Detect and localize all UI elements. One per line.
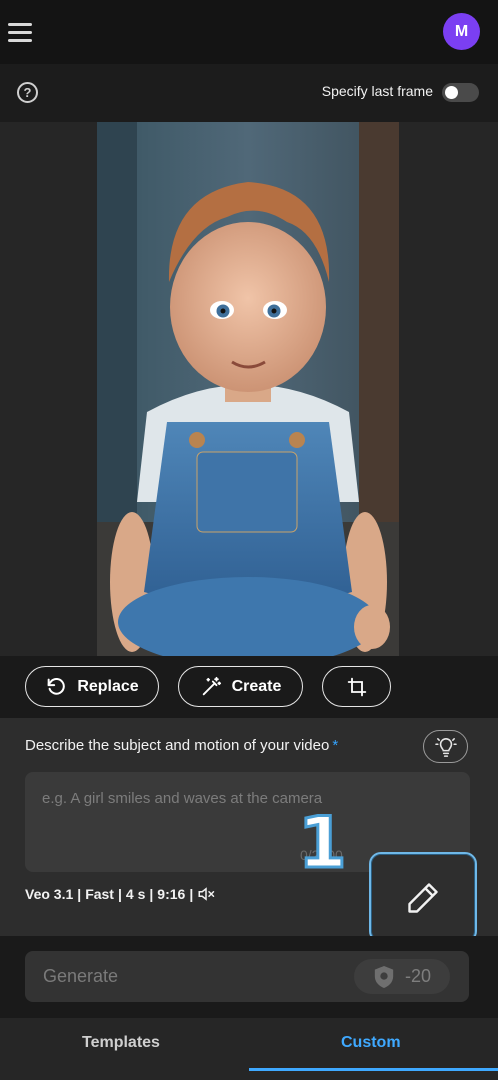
hamburger-menu-icon[interactable] xyxy=(8,18,36,46)
credit-cost-value: -20 xyxy=(404,966,431,986)
create-button[interactable]: Create xyxy=(178,666,303,707)
model-label: Veo 3.1 xyxy=(25,886,74,902)
specify-last-frame-label: Specify last frame xyxy=(321,83,433,99)
muted-speaker-icon xyxy=(198,887,215,901)
pencil-icon xyxy=(408,882,438,913)
step-number-annotation: 1 xyxy=(297,802,349,884)
undo-icon xyxy=(47,677,66,695)
aspect-ratio-label: 9:16 xyxy=(157,886,186,902)
tab-custom[interactable]: Custom xyxy=(341,1034,401,1052)
replace-label: Replace xyxy=(77,677,139,695)
help-icon[interactable]: ? xyxy=(17,82,38,103)
toggle-knob xyxy=(445,86,458,99)
credit-cost-badge: -20 xyxy=(354,959,450,994)
edit-prompt-button[interactable] xyxy=(369,852,477,943)
magic-wand-icon xyxy=(202,676,221,695)
crop-icon xyxy=(347,677,366,696)
avatar[interactable]: M xyxy=(443,13,480,50)
credit-shield-icon xyxy=(374,965,394,988)
speed-label: Fast xyxy=(85,886,114,902)
lightbulb-icon xyxy=(434,737,457,757)
active-tab-indicator xyxy=(249,1068,498,1071)
create-label: Create xyxy=(231,677,282,695)
tab-templates[interactable]: Templates xyxy=(82,1034,160,1052)
reference-image xyxy=(97,122,399,656)
replace-button[interactable]: Replace xyxy=(25,666,159,707)
crop-button[interactable] xyxy=(322,666,391,707)
prompt-label: Describe the subject and motion of your … xyxy=(25,737,339,754)
generation-settings[interactable]: Veo 3.1 | Fast | 4 s | 9:16 | xyxy=(25,886,215,902)
last-frame-toggle[interactable] xyxy=(442,83,479,102)
prompt-ideas-button[interactable] xyxy=(423,730,468,763)
top-bar xyxy=(0,0,498,64)
duration-label: 4 s xyxy=(125,886,146,902)
